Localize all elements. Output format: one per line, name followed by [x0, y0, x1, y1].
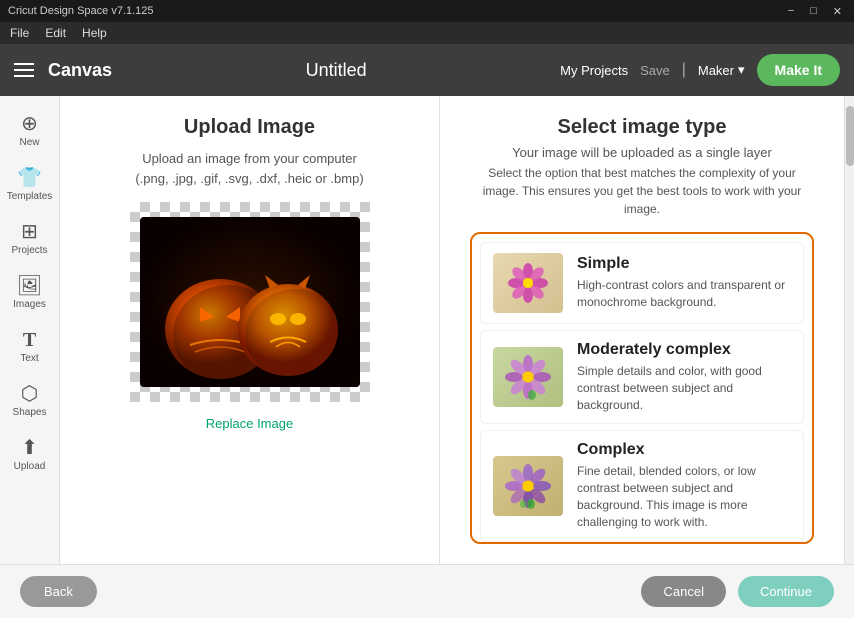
minimize-button[interactable]: − — [784, 5, 798, 18]
select-image-type-panel: Select image type Your image will be upl… — [440, 96, 844, 564]
sidebar-item-shapes[interactable]: ⬡ Shapes — [0, 376, 59, 426]
sidebar-images-label: Images — [13, 299, 46, 310]
images-icon: 🖼 — [17, 276, 42, 296]
sidebar-item-new[interactable]: ⊕ New — [0, 106, 59, 156]
moderate-flower-svg — [501, 351, 556, 403]
maker-button[interactable]: Maker ▾ — [698, 62, 745, 78]
upload-title: Upload Image — [184, 116, 315, 139]
simple-flower-svg — [501, 257, 556, 309]
select-subtitle: Your image will be uploaded as a single … — [470, 145, 814, 160]
window-controls: − □ ✕ — [784, 5, 846, 18]
sidebar-projects-label: Projects — [11, 245, 47, 256]
title-bar: Cricut Design Space v7.1.125 − □ ✕ — [0, 0, 854, 22]
simple-info: Simple High-contrast colors and transpar… — [577, 255, 791, 311]
menu-bar: File Edit Help — [0, 22, 854, 44]
sidebar-new-label: New — [19, 137, 39, 148]
sidebar-templates-label: Templates — [7, 191, 53, 202]
complex-flower-svg — [501, 460, 556, 512]
complex-info: Complex Fine detail, blended colors, or … — [577, 441, 791, 530]
templates-icon: 👕 — [17, 168, 42, 188]
sidebar-item-templates[interactable]: 👕 Templates — [0, 160, 59, 210]
footer: Back Cancel Continue — [0, 564, 854, 618]
image-type-simple[interactable]: Simple High-contrast colors and transpar… — [480, 242, 804, 324]
sidebar-text-label: Text — [20, 353, 38, 364]
image-types-container: Simple High-contrast colors and transpar… — [470, 232, 814, 544]
chevron-down-icon: ▾ — [738, 62, 745, 78]
hamburger-line — [14, 63, 34, 65]
save-button[interactable]: Save — [640, 63, 670, 78]
sidebar-item-images[interactable]: 🖼 Images — [0, 268, 59, 318]
doc-title: Untitled — [306, 60, 367, 81]
upload-icon: ⬆ — [21, 438, 38, 458]
menu-file[interactable]: File — [10, 26, 29, 40]
footer-right: Cancel Continue — [641, 576, 834, 607]
image-preview-container — [130, 202, 370, 402]
moderate-name: Moderately complex — [577, 341, 791, 359]
complex-name: Complex — [577, 441, 791, 459]
moderate-info: Moderately complex Simple details and co… — [577, 341, 791, 413]
make-it-button[interactable]: Make It — [757, 54, 840, 86]
canvas-label: Canvas — [48, 60, 112, 81]
shapes-icon: ⬡ — [21, 384, 38, 404]
maker-label: Maker — [698, 63, 734, 78]
upload-subtitle2: (.png, .jpg, .gif, .svg, .dxf, .heic or … — [135, 169, 363, 189]
upload-panel: Upload Image Upload an image from your c… — [60, 96, 440, 564]
moderate-desc: Simple details and color, with good cont… — [577, 363, 791, 413]
hamburger-menu[interactable] — [14, 63, 34, 77]
scrollbar-thumb[interactable] — [846, 106, 854, 166]
pumpkin-art — [140, 217, 360, 387]
content-area: Upload Image Upload an image from your c… — [60, 96, 854, 564]
sidebar-upload-label: Upload — [14, 461, 46, 472]
sidebar-item-text[interactable]: T Text — [0, 322, 59, 372]
continue-button[interactable]: Continue — [738, 576, 834, 607]
complex-thumb — [493, 456, 563, 516]
scrollbar[interactable] — [844, 96, 854, 564]
maximize-button[interactable]: □ — [806, 5, 821, 18]
header-left: Canvas — [14, 60, 112, 81]
image-type-moderate[interactable]: Moderately complex Simple details and co… — [480, 330, 804, 424]
back-button[interactable]: Back — [20, 576, 97, 607]
moderate-thumb — [493, 347, 563, 407]
main-layout: ⊕ New 👕 Templates ⊞ Projects 🖼 Images T … — [0, 96, 854, 564]
sidebar-item-projects[interactable]: ⊞ Projects — [0, 214, 59, 264]
menu-help[interactable]: Help — [82, 26, 107, 40]
hamburger-line — [14, 69, 34, 71]
header-right: My Projects Save | Maker ▾ Make It — [560, 54, 840, 86]
cancel-button[interactable]: Cancel — [641, 576, 725, 607]
new-icon: ⊕ — [21, 114, 38, 134]
complex-desc: Fine detail, blended colors, or low cont… — [577, 463, 791, 530]
simple-desc: High-contrast colors and transparent or … — [577, 277, 791, 311]
image-type-complex[interactable]: Complex Fine detail, blended colors, or … — [480, 430, 804, 541]
app-title: Cricut Design Space v7.1.125 — [8, 5, 154, 17]
select-title: Select image type — [470, 116, 814, 139]
app-header: Canvas Untitled My Projects Save | Maker… — [0, 44, 854, 96]
close-button[interactable]: ✕ — [829, 5, 846, 18]
menu-edit[interactable]: Edit — [45, 26, 66, 40]
upload-subtitle1: Upload an image from your computer — [142, 149, 357, 169]
text-icon: T — [23, 330, 36, 350]
projects-icon: ⊞ — [21, 222, 38, 242]
hamburger-line — [14, 75, 34, 77]
sidebar: ⊕ New 👕 Templates ⊞ Projects 🖼 Images T … — [0, 96, 60, 564]
header-divider: | — [682, 61, 686, 79]
pumpkins-svg — [140, 217, 360, 387]
select-description: Select the option that best matches the … — [470, 164, 814, 218]
my-projects-button[interactable]: My Projects — [560, 63, 628, 78]
simple-thumb — [493, 253, 563, 313]
sidebar-shapes-label: Shapes — [13, 407, 47, 418]
simple-name: Simple — [577, 255, 791, 273]
image-preview — [130, 202, 370, 402]
replace-image-button[interactable]: Replace Image — [206, 416, 293, 431]
sidebar-item-upload[interactable]: ⬆ Upload — [0, 430, 59, 480]
